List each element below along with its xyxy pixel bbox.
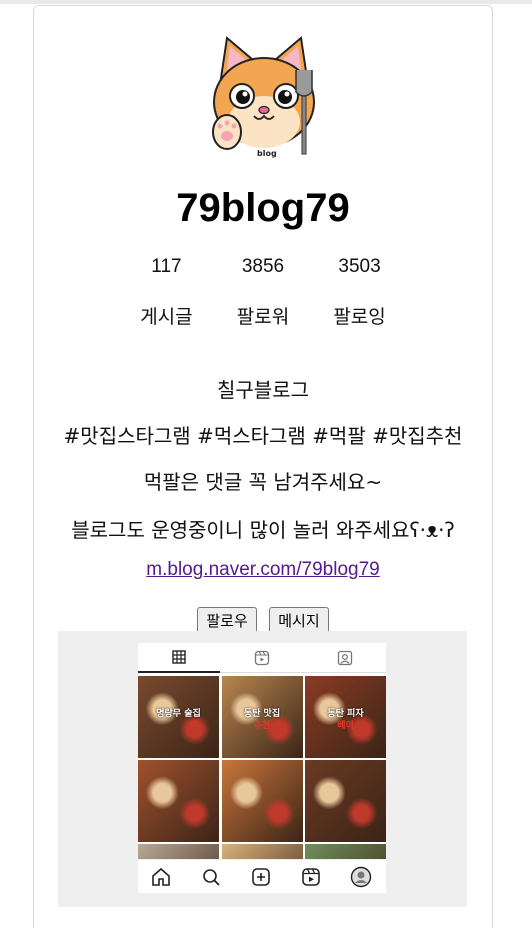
tile-label: 명랑무 술집: [156, 709, 201, 719]
followers-count: 3856: [241, 256, 285, 277]
username: 79blog79: [176, 186, 350, 230]
search-icon: [203, 869, 220, 886]
followers-label[interactable]: 팔로워: [228, 302, 298, 329]
logo-text: 칠구: [246, 39, 272, 56]
preview-tabs: [138, 643, 386, 673]
profile-preview-image: 명랑무 술집동탄 맛집추천동탄 피자베이병점 맛집행궁동 맛집성균대 맛집: [58, 631, 467, 907]
home-icon: [152, 867, 170, 886]
post-thumbnail: 동탄 피자 베이: [305, 676, 386, 758]
tile-sub-label: 추천: [253, 721, 271, 731]
phone-screenshot: 명랑무 술집동탄 맛집추천동탄 피자베이병점 맛집행궁동 맛집성균대 맛집: [138, 643, 386, 893]
post-thumbnail: [221, 760, 303, 842]
blog-link[interactable]: m.blog.naver.com/79blog79: [34, 559, 492, 581]
reels-icon: [302, 868, 320, 886]
following-label[interactable]: 팔로잉: [325, 302, 395, 329]
posts-count: 117: [151, 256, 182, 277]
bio-line-hashtags: #맛집스타그램 #먹스타그램 #먹팔 #맛집추천: [63, 424, 463, 448]
bio-line-name: 칠구블로그: [217, 378, 309, 402]
tile-sub-label: 베이: [337, 721, 354, 731]
profile-avatar: [350, 866, 372, 888]
tagged-icon: [304, 643, 386, 673]
post-thumbnail: [138, 760, 219, 842]
reels-tab-icon: [221, 643, 303, 673]
posts-label[interactable]: 게시글: [131, 302, 201, 329]
top-divider: [0, 0, 532, 4]
logo-caption: blog: [257, 149, 277, 158]
post-thumbnail: [305, 760, 386, 842]
following-count: 3503: [338, 256, 381, 277]
preview-bottom-nav: [138, 859, 386, 893]
stat-labels: 게시글 팔로워 팔로잉: [34, 302, 492, 329]
post-thumbnail: 동탄 맛집 추천: [221, 676, 303, 758]
bio-line-comment: 먹팔은 댓글 꼭 남겨주세요~: [143, 470, 383, 494]
bio-line-blog: 블로그도 운영중이니 많이 놀러 와주세요ʕ·ᴥ·ʔ: [71, 518, 455, 542]
stat-counts: 117 3856 3503: [34, 256, 492, 278]
new-post-icon: [252, 868, 270, 886]
grid-icon: [138, 643, 220, 673]
profile-logo: blog 칠구: [212, 36, 315, 158]
post-thumbnail: 명랑무 술집: [138, 676, 219, 758]
